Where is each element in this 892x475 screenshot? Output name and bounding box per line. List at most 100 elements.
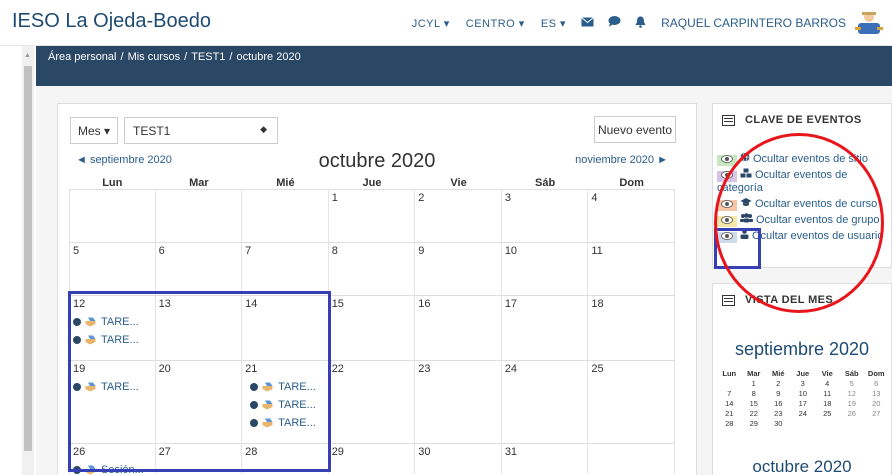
day-number-link[interactable]: 21 <box>245 363 326 375</box>
day-number-link[interactable]: 9 <box>418 245 499 257</box>
day-number-link[interactable]: 2 <box>418 192 499 204</box>
calendar-day-cell[interactable]: 17 <box>502 296 589 360</box>
scroll-up-arrow-icon[interactable]: ▲ <box>24 52 31 59</box>
mini-calendar-day[interactable]: 16 <box>766 399 791 409</box>
mini-calendar-day[interactable]: 2 <box>766 379 791 389</box>
calendar-day-cell[interactable]: 27 <box>156 444 243 474</box>
day-number-link[interactable]: 29 <box>332 446 413 458</box>
mini-calendar-day[interactable]: 4 <box>815 379 840 389</box>
calendar-day-cell[interactable]: 4 <box>588 190 675 242</box>
day-number-link[interactable]: 31 <box>505 446 586 458</box>
event-key-toggle-graduation-cap[interactable]: Ocultar eventos de curso <box>717 197 889 211</box>
calendar-event-link[interactable]: TARE... <box>245 381 326 393</box>
calendar-day-cell[interactable] <box>588 444 675 474</box>
calendar-day-cell[interactable]: 15 <box>329 296 416 360</box>
mini-calendar-day[interactable]: 8 <box>742 389 767 399</box>
mini-calendar-day[interactable]: 25 <box>815 409 840 419</box>
day-number-link[interactable]: 27 <box>159 446 240 458</box>
calendar-day-cell[interactable]: 31 <box>502 444 589 474</box>
calendar-day-cell[interactable] <box>156 190 243 242</box>
user-avatar[interactable] <box>854 10 884 36</box>
mini-calendar-day[interactable]: 3 <box>791 379 816 389</box>
mini-calendar-day[interactable]: 17 <box>791 399 816 409</box>
calendar-day-cell[interactable]: 19 TARE... <box>69 361 156 443</box>
mini-calendar-day[interactable]: 26 <box>840 409 865 419</box>
calendar-day-cell[interactable]: 13 <box>156 296 243 360</box>
day-number-link[interactable]: 18 <box>591 298 672 310</box>
day-number-link[interactable]: 11 <box>591 245 672 257</box>
event-key-toggle-cubes[interactable]: Ocultar eventos de categoría <box>717 168 889 195</box>
day-number-link[interactable]: 25 <box>591 363 672 375</box>
mini-next-month-title[interactable]: octubre 2020 <box>713 457 891 475</box>
calendar-day-cell[interactable]: 24 <box>502 361 589 443</box>
mini-calendar-day[interactable]: 29 <box>742 419 767 429</box>
calendar-day-cell[interactable]: 16 <box>415 296 502 360</box>
breadcrumb-home-link[interactable]: Área personal <box>48 51 117 63</box>
new-event-button[interactable]: Nuevo evento <box>594 116 676 143</box>
nav-centro-dropdown[interactable]: CENTRO ▾ <box>466 17 525 30</box>
calendar-event-link[interactable]: TARE... <box>245 399 326 411</box>
mini-calendar-day[interactable]: 15 <box>742 399 767 409</box>
day-number-link[interactable]: 22 <box>332 363 413 375</box>
event-key-toggle-user[interactable]: Ocultar eventos de usuario <box>717 229 889 243</box>
site-name-link[interactable]: IESO La Ojeda-Boedo <box>12 10 211 33</box>
day-number-link[interactable]: 19 <box>73 363 153 375</box>
day-number-link[interactable]: 1 <box>332 192 413 204</box>
calendar-day-cell[interactable]: 6 <box>156 243 243 295</box>
day-number-link[interactable]: 4 <box>591 192 672 204</box>
calendar-day-cell[interactable]: 5 <box>69 243 156 295</box>
mini-calendar-day[interactable]: 10 <box>791 389 816 399</box>
day-number-link[interactable]: 13 <box>159 298 240 310</box>
next-month-link[interactable]: noviembre 2020 ► <box>575 154 668 166</box>
calendar-day-cell[interactable]: 29 <box>329 444 416 474</box>
day-number-link[interactable]: 7 <box>245 245 326 257</box>
day-number-link[interactable]: 12 <box>73 298 153 310</box>
day-number-link[interactable]: 20 <box>159 363 240 375</box>
day-number-link[interactable]: 15 <box>332 298 413 310</box>
calendar-event-link[interactable]: TARE... <box>245 417 326 429</box>
mini-calendar-day[interactable]: 7 <box>717 389 742 399</box>
calendar-day-cell[interactable]: 28 <box>242 444 329 474</box>
day-number-link[interactable]: 6 <box>159 245 240 257</box>
mini-calendar-day[interactable]: 18 <box>815 399 840 409</box>
day-number-link[interactable]: 16 <box>418 298 499 310</box>
user-menu-name[interactable]: RAQUEL CARPINTERO BARROS <box>661 16 846 30</box>
bell-icon[interactable] <box>635 16 646 31</box>
mini-calendar-day[interactable]: 1 <box>742 379 767 389</box>
course-select[interactable]: TEST1 ◆ <box>124 117 278 144</box>
breadcrumb-my-courses-link[interactable]: Mis cursos <box>128 51 181 63</box>
mini-calendar-day[interactable]: 9 <box>766 389 791 399</box>
calendar-event-link[interactable]: TARE... <box>73 316 153 328</box>
mini-calendar-day[interactable]: 22 <box>742 409 767 419</box>
mini-calendar-day[interactable]: 20 <box>864 399 889 409</box>
nav-language-dropdown[interactable]: ES ▾ <box>541 17 566 30</box>
day-number-link[interactable]: 24 <box>505 363 586 375</box>
calendar-day-cell[interactable]: 3 <box>502 190 589 242</box>
mini-calendar-day[interactable]: 24 <box>791 409 816 419</box>
mini-calendar-day[interactable]: 5 <box>840 379 865 389</box>
day-number-link[interactable]: 28 <box>245 446 326 458</box>
calendar-day-cell[interactable] <box>242 190 329 242</box>
calendar-day-cell[interactable]: 20 <box>156 361 243 443</box>
mini-calendar-day[interactable]: 30 <box>766 419 791 429</box>
prev-month-link[interactable]: ◄ septiembre 2020 <box>76 154 172 166</box>
view-mode-dropdown[interactable]: Mes ▾ <box>70 117 118 144</box>
mini-month-title[interactable]: septiembre 2020 <box>713 339 891 360</box>
calendar-day-cell[interactable]: 14 <box>242 296 329 360</box>
mini-calendar-day[interactable]: 6 <box>864 379 889 389</box>
event-key-toggle-group[interactable]: Ocultar eventos de grupo <box>717 213 889 227</box>
calendar-day-cell[interactable]: 21 TARE... TARE... TARE... <box>242 361 329 443</box>
breadcrumb-course-link[interactable]: TEST1 <box>191 51 225 63</box>
calendar-day-cell[interactable]: 18 <box>588 296 675 360</box>
day-number-link[interactable]: 3 <box>505 192 586 204</box>
mini-calendar-day[interactable]: 27 <box>864 409 889 419</box>
calendar-day-cell[interactable]: 30 <box>415 444 502 474</box>
day-number-link[interactable]: 17 <box>505 298 586 310</box>
calendar-day-cell[interactable]: 11 <box>588 243 675 295</box>
event-key-toggle-globe[interactable]: Ocultar eventos de sitio <box>717 152 889 166</box>
nav-jcyl-dropdown[interactable]: JCYL ▾ <box>412 17 450 30</box>
mini-calendar-day[interactable]: 14 <box>717 399 742 409</box>
chat-bubble-icon[interactable] <box>608 16 621 30</box>
scrollbar-thumb[interactable] <box>24 66 32 451</box>
calendar-day-cell[interactable]: 7 <box>242 243 329 295</box>
